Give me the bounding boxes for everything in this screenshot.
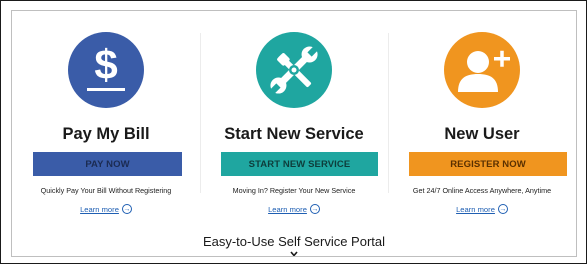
arrow-right-circle-icon: → <box>121 204 132 214</box>
register-now-button[interactable]: REGISTER NOW <box>409 152 567 176</box>
new-user-description: Get 24/7 Online Access Anywhere, Anytime <box>412 186 552 195</box>
new-user-column: New User REGISTER NOW Get 24/7 Online Ac… <box>388 11 576 221</box>
new-user-title: New User <box>444 125 520 143</box>
start-service-column: Start New Service START NEW SERVICE Movi… <box>200 11 388 221</box>
dollar-sign-icon[interactable]: $ <box>68 32 144 108</box>
outer-frame: $ Pay My Bill PAY NOW Quickly Pay Your B… <box>0 0 587 264</box>
learn-more-label: Learn more <box>456 204 495 214</box>
new-user-learn-more-link[interactable]: Learn more → <box>388 204 576 214</box>
start-new-service-button[interactable]: START NEW SERVICE <box>221 152 378 176</box>
services-panel: $ Pay My Bill PAY NOW Quickly Pay Your B… <box>11 10 577 257</box>
portal-tagline: Easy-to-Use Self Service Portal <box>202 234 386 249</box>
learn-more-label: Learn more <box>268 204 307 214</box>
svg-text:$: $ <box>94 41 117 88</box>
start-service-learn-more-link[interactable]: Learn more → <box>200 204 388 214</box>
arrow-right-circle-icon: → <box>309 204 320 214</box>
add-user-icon[interactable] <box>444 32 520 108</box>
arrow-right-circle-icon: → <box>497 204 508 214</box>
pay-now-button[interactable]: PAY NOW <box>33 152 182 176</box>
start-service-description: Moving In? Register Your New Service <box>232 186 356 195</box>
pay-bill-learn-more-link[interactable]: Learn more → <box>12 204 200 214</box>
register-now-label: REGISTER NOW <box>450 158 526 170</box>
start-new-service-label: START NEW SERVICE <box>248 158 351 170</box>
start-service-title: Start New Service <box>224 125 364 143</box>
pay-bill-title: Pay My Bill <box>62 125 150 143</box>
chevron-down-icon[interactable] <box>290 251 298 257</box>
wrench-screwdriver-icon[interactable] <box>256 32 332 108</box>
learn-more-label: Learn more <box>80 204 119 214</box>
pay-bill-column: $ Pay My Bill PAY NOW Quickly Pay Your B… <box>12 11 200 221</box>
pay-now-label: PAY NOW <box>85 158 130 170</box>
pay-bill-description: Quickly Pay Your Bill Without Registerin… <box>40 186 172 195</box>
